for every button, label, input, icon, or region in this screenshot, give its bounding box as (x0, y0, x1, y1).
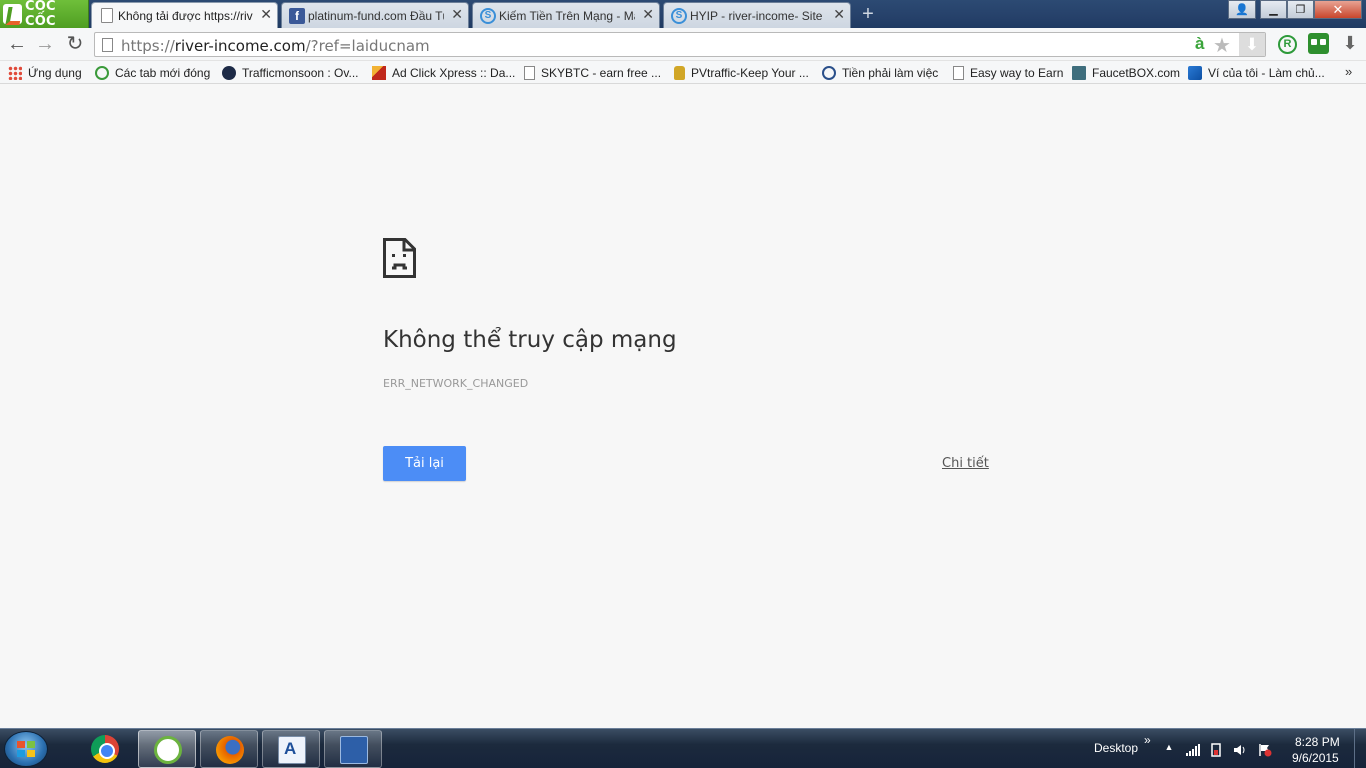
reload-button[interactable]: ↻ (64, 34, 86, 56)
bookmark-vi-cua-toi[interactable]: Ví của tôi - Làm chủ... (1188, 64, 1325, 82)
sad-page-icon (383, 238, 416, 278)
trafficmonsoon-icon (222, 66, 236, 80)
facebook-icon: f (289, 8, 305, 24)
bookmark-skybtc[interactable]: SKYBTC - earn free ... (524, 64, 661, 82)
error-title: Không thể truy cập mạng (383, 327, 677, 353)
bookmark-label: Các tab mới đóng (115, 66, 211, 80)
firefox-icon (216, 736, 244, 764)
minimize-button[interactable]: ▁ (1260, 0, 1287, 19)
forward-button[interactable]: → (34, 34, 56, 56)
windows-taskbar: Desktop » ▲ 8:28 PM 9/6/2015 (0, 728, 1366, 768)
coccoc-icon (154, 736, 182, 764)
folder-icon (1072, 66, 1086, 80)
taskbar-coccoc[interactable] (138, 730, 196, 768)
tab-platinum-fund[interactable]: f platinum-fund.com Đầu Tư ✕ (281, 2, 469, 28)
bookmark-label: Easy way to Earn (970, 66, 1064, 80)
error-code: ERR_NETWORK_CHANGED (383, 377, 529, 390)
show-desktop-button[interactable] (1354, 729, 1366, 768)
keyboard-icon (340, 736, 368, 764)
bookmark-pvtraffic[interactable]: PVtraffic-Keep Your ... (674, 64, 809, 82)
bookmark-star-icon[interactable]: ★ (1213, 33, 1231, 58)
taskbar-wordpad[interactable] (262, 730, 320, 768)
bookmark-label: Tiền phải làm việc (842, 66, 939, 80)
bookmark-adclickxpress[interactable]: Ad Click Xpress :: Da... (372, 64, 515, 82)
cube-icon (1188, 66, 1202, 80)
taskbar-firefox[interactable] (200, 730, 258, 768)
browser-toolbar: ← → ↻ https://river-income.com/?ref=laid… (0, 28, 1366, 61)
battery-icon[interactable] (1209, 743, 1223, 757)
close-tab-icon[interactable]: ✕ (833, 6, 845, 23)
tab-active[interactable]: Không tải được https://rive ✕ (91, 2, 278, 28)
bookmark-label: Ứng dụng (28, 66, 82, 80)
url-text[interactable]: https://river-income.com/?ref=laiducnam (121, 37, 430, 55)
downloads-icon[interactable]: ⬇ (1340, 33, 1360, 55)
coccoc-brand-button[interactable]: CỐC CỐC (0, 0, 89, 29)
bookmark-label: Ví của tôi - Làm chủ... (1208, 66, 1325, 80)
s-icon: S (480, 8, 496, 24)
taskbar-keyboard[interactable] (324, 730, 382, 768)
apps-icon (8, 66, 22, 80)
lock-icon (674, 66, 685, 80)
history-icon (95, 66, 109, 80)
tab-title: platinum-fund.com Đầu Tư (308, 8, 444, 23)
chrome-icon (91, 735, 119, 763)
user-button[interactable]: 👤 (1228, 0, 1256, 19)
page-icon (524, 66, 535, 80)
action-center-flag-icon[interactable] (1258, 743, 1272, 757)
tab-hyip[interactable]: S HYIP - river-income- Site c ✕ (663, 2, 851, 28)
tab-title: Không tải được https://rive (118, 8, 253, 23)
page-icon (101, 8, 113, 23)
close-tab-icon[interactable]: ✕ (260, 6, 272, 23)
bookmark-apps[interactable]: Ứng dụng (8, 64, 82, 82)
bookmarks-bar: Ứng dụng Các tab mới đóng Trafficmonsoon… (0, 61, 1366, 84)
bookmark-recent-tabs[interactable]: Các tab mới đóng (95, 64, 210, 82)
circle-icon (822, 66, 836, 80)
bookmark-easy-way[interactable]: Easy way to Earn (953, 64, 1063, 82)
details-link[interactable]: Chi tiết (942, 456, 989, 471)
vietnamese-input-icon[interactable]: à (1195, 34, 1204, 54)
address-bar[interactable]: https://river-income.com/?ref=laiducnam … (94, 32, 1266, 57)
extension-r-icon[interactable]: R (1278, 35, 1297, 54)
bookmark-faucetbox[interactable]: FaucetBOX.com (1072, 64, 1180, 82)
back-button[interactable]: ← (6, 34, 28, 56)
volume-icon[interactable] (1233, 743, 1247, 757)
download-media-icon[interactable]: ⬇ (1239, 33, 1265, 56)
start-button[interactable] (4, 731, 48, 767)
show-hidden-icons-button[interactable]: ▲ (1162, 742, 1176, 756)
bookmark-label: FaucetBOX.com (1092, 66, 1181, 80)
bookmark-tien-phai-lam-viec[interactable]: Tiền phải làm việc (822, 64, 938, 82)
adclick-icon (372, 66, 386, 80)
tab-kiem-tien[interactable]: S Kiếm Tiền Trên Mạng - Ma ✕ (472, 2, 660, 28)
new-tab-button[interactable]: + (857, 4, 879, 24)
tab-strip: CỐC CỐC Không tải được https://rive ✕ f … (0, 0, 1366, 29)
extension-robot-icon[interactable] (1308, 33, 1329, 54)
close-tab-icon[interactable]: ✕ (642, 6, 654, 23)
desktop-toolbar-label[interactable]: Desktop (1094, 741, 1138, 755)
page-icon (102, 38, 113, 52)
brand-label: CỐC CỐC (25, 0, 56, 29)
signal-icon[interactable] (1186, 743, 1200, 757)
more-bookmarks-button[interactable]: » (1345, 64, 1352, 79)
bookmark-label: Ad Click Xpress :: Da... (392, 66, 516, 80)
maximize-button[interactable]: ❐ (1287, 0, 1314, 19)
clock-date[interactable]: 9/6/2015 (1292, 751, 1339, 765)
taskbar-chrome[interactable] (76, 730, 134, 768)
wordpad-icon (278, 736, 306, 764)
page-icon (953, 66, 964, 80)
bookmark-label: PVtraffic-Keep Your ... (691, 66, 809, 80)
tab-title: Kiếm Tiền Trên Mạng - Ma (499, 8, 635, 23)
tab-title: HYIP - river-income- Site c (690, 8, 826, 23)
bookmark-label: SKYBTC - earn free ... (541, 66, 662, 80)
clock-time[interactable]: 8:28 PM (1295, 735, 1340, 749)
bookmark-label: Trafficmonsoon : Ov... (242, 66, 359, 80)
close-window-button[interactable]: ✕ (1314, 0, 1362, 19)
desktop-chevron-icon[interactable]: » (1144, 733, 1151, 747)
bookmark-trafficmonsoon[interactable]: Trafficmonsoon : Ov... (222, 64, 358, 82)
coccoc-logo-icon (3, 4, 23, 24)
close-tab-icon[interactable]: ✕ (451, 6, 463, 23)
reload-page-button[interactable]: Tải lại (383, 446, 466, 481)
s-icon: S (671, 8, 687, 24)
